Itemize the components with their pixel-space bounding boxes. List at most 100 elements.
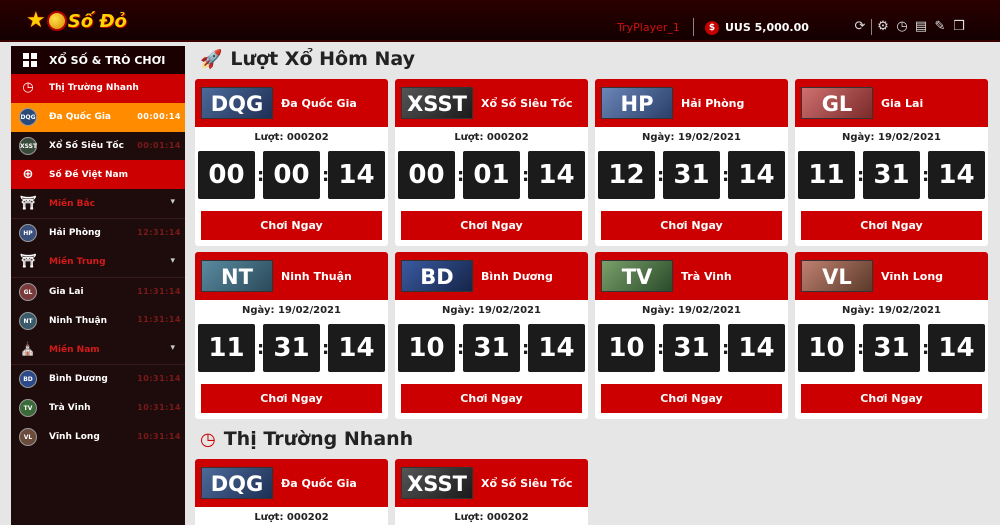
ball-icon bbox=[46, 11, 67, 31]
countdown: 10:31:14 bbox=[137, 431, 181, 441]
clock-icon: ◷ bbox=[22, 80, 34, 96]
countdown-timer: 10: 31: 14 bbox=[395, 322, 588, 374]
card-name: Trà Vinh bbox=[681, 269, 732, 283]
colon: : bbox=[522, 164, 530, 186]
history-icon[interactable]: ◷ bbox=[894, 18, 910, 35]
play-now-button[interactable]: Chơi Ngay bbox=[801, 384, 982, 413]
draw-card-tv: TV Trà Vinh Ngày: 19/02/2021 10: 31: 14 … bbox=[595, 252, 788, 419]
colon: : bbox=[922, 164, 930, 186]
sidebar-item-vl[interactable]: VL Vĩnh Long 10:31:14 bbox=[11, 422, 185, 452]
card-thumb: DQG bbox=[201, 87, 273, 119]
seconds: 14 bbox=[928, 324, 985, 372]
card-thumb: HP bbox=[601, 87, 673, 119]
toolbar: ⟳ ⚙ ◷ ▤ ✎ ❒ bbox=[852, 18, 967, 35]
sidebar-item-xsst[interactable]: XSST Xổ Số Siêu Tốc 00:01:14 bbox=[11, 131, 185, 161]
sidebar-item-gl[interactable]: GL Gia Lai 11:31:14 bbox=[11, 277, 185, 307]
seconds: 14 bbox=[928, 151, 985, 199]
sidebar-title: XỔ SỐ & TRÒ CHƠI bbox=[49, 53, 166, 67]
minutes: 31 bbox=[263, 324, 320, 372]
username[interactable]: TryPlayer_1 bbox=[617, 21, 680, 34]
gl-icon: GL bbox=[19, 282, 37, 301]
play-now-button[interactable]: Chơi Ngay bbox=[601, 211, 782, 240]
sidebar-region-north[interactable]: ⛩ Miền Bắc ▾ bbox=[11, 189, 185, 218]
sidebar-section-vietnam[interactable]: ⊕ Số Đề Việt Nam bbox=[11, 160, 185, 190]
notes-icon[interactable]: ✎ bbox=[932, 18, 948, 35]
countdown: 00:00:14 bbox=[137, 111, 181, 121]
colon: : bbox=[257, 337, 265, 359]
countdown: 10:31:14 bbox=[137, 373, 181, 383]
xsst-icon: XSST bbox=[19, 136, 37, 155]
fast-card-xsst: XSST Xổ Số Siêu Tốc Lượt: 000202 bbox=[395, 459, 588, 525]
sidebar-header: XỔ SỐ & TRÒ CHƠI bbox=[11, 46, 185, 74]
seconds: 14 bbox=[728, 324, 785, 372]
card-info: Lượt: 000202 bbox=[254, 512, 329, 523]
region-label: Miền Nam bbox=[49, 344, 100, 355]
book-icon[interactable]: ❒ bbox=[951, 18, 967, 35]
chevron-down-icon: ▾ bbox=[170, 343, 175, 354]
colon: : bbox=[322, 337, 330, 359]
logo[interactable]: ★ Số Đỏ bbox=[26, 6, 127, 36]
colon: : bbox=[857, 164, 865, 186]
card-header: VL Vĩnh Long bbox=[795, 252, 988, 300]
divider bbox=[871, 18, 872, 35]
colon: : bbox=[722, 337, 730, 359]
card-name: Xổ Số Siêu Tốc bbox=[481, 96, 573, 110]
card-info: Lượt: 000202 bbox=[454, 512, 529, 523]
card-header: XSST Xổ Số Siêu Tốc bbox=[395, 79, 588, 127]
hours: 12 bbox=[598, 151, 655, 199]
seconds: 14 bbox=[528, 151, 585, 199]
sidebar-item-bd[interactable]: BD Bình Dương 10:31:14 bbox=[11, 364, 185, 394]
sidebar-section-fast-market[interactable]: ◷ Thị Trường Nhanh bbox=[11, 74, 185, 103]
settings-icon[interactable]: ⚙ bbox=[875, 18, 891, 35]
countdown: 11:31:14 bbox=[137, 315, 181, 325]
section-title-fast: ◷ Thị Trường Nhanh bbox=[200, 428, 413, 450]
countdown-timer: 00: 00: 14 bbox=[195, 149, 388, 201]
minutes: 31 bbox=[463, 324, 520, 372]
sidebar-item-label: Số Đề Việt Nam bbox=[49, 169, 128, 180]
countdown-timer: 10: 31: 14 bbox=[795, 322, 988, 374]
play-now-button[interactable]: Chơi Ngay bbox=[601, 384, 782, 413]
sidebar-item-dqg[interactable]: DQG Đa Quốc Gia 00:00:14 bbox=[11, 102, 185, 132]
hours: 00 bbox=[198, 151, 255, 199]
colon: : bbox=[457, 164, 465, 186]
sidebar-item-nt[interactable]: NT Ninh Thuận 11:31:14 bbox=[11, 306, 185, 336]
card-thumb: XSST bbox=[401, 87, 473, 119]
minutes: 31 bbox=[863, 151, 920, 199]
seconds: 14 bbox=[328, 324, 385, 372]
countdown-timer: 00: 01: 14 bbox=[395, 149, 588, 201]
play-now-button[interactable]: Chơi Ngay bbox=[801, 211, 982, 240]
document-icon[interactable]: ▤ bbox=[913, 18, 929, 35]
colon: : bbox=[657, 337, 665, 359]
refresh-icon[interactable]: ⟳ bbox=[852, 18, 868, 35]
rocket-icon: 🚀 bbox=[200, 48, 223, 70]
bd-icon: BD bbox=[19, 370, 37, 389]
card-info: Lượt: 000202 bbox=[254, 132, 329, 143]
colon: : bbox=[522, 337, 530, 359]
tv-icon: TV bbox=[19, 399, 37, 418]
card-thumb: VL bbox=[801, 260, 873, 292]
app-root: ★ Số Đỏ TryPlayer_1 $ UUS 5,000.00 ⟳ ⚙ ◷… bbox=[0, 0, 1000, 525]
countdown-timer: 11: 31: 14 bbox=[795, 149, 988, 201]
top-bar: ★ Số Đỏ TryPlayer_1 $ UUS 5,000.00 ⟳ ⚙ ◷… bbox=[0, 0, 1000, 42]
sidebar-region-south[interactable]: ⛪ Miền Nam ▾ bbox=[11, 335, 185, 364]
balance: UUS 5,000.00 bbox=[725, 21, 809, 34]
hours: 00 bbox=[398, 151, 455, 199]
card-info: Lượt: 000202 bbox=[454, 132, 529, 143]
sidebar-item-tv[interactable]: TV Trà Vinh 10:31:14 bbox=[11, 393, 185, 423]
card-thumb: BD bbox=[401, 260, 473, 292]
colon: : bbox=[457, 337, 465, 359]
card-info: Ngày: 19/02/2021 bbox=[442, 305, 541, 316]
hours: 11 bbox=[798, 151, 855, 199]
play-now-button[interactable]: Chơi Ngay bbox=[201, 211, 382, 240]
pagoda-icon: ⛩ bbox=[19, 254, 37, 270]
play-now-button[interactable]: Chơi Ngay bbox=[401, 211, 582, 240]
section-title-today: 🚀 Lượt Xổ Hôm Nay bbox=[200, 48, 415, 70]
play-now-button[interactable]: Chơi Ngay bbox=[201, 384, 382, 413]
card-thumb: DQG bbox=[201, 467, 273, 499]
sidebar-item-hp[interactable]: HP Hải Phòng 12:31:14 bbox=[11, 218, 185, 248]
sidebar-region-central[interactable]: ⛩ Miền Trung ▾ bbox=[11, 247, 185, 277]
draw-card-vl: VL Vĩnh Long Ngày: 19/02/2021 10: 31: 14… bbox=[795, 252, 988, 419]
play-now-button[interactable]: Chơi Ngay bbox=[401, 384, 582, 413]
card-name: Đa Quốc Gia bbox=[281, 96, 357, 110]
main-content: 🚀 Lượt Xổ Hôm Nay DQG Đa Quốc Gia Lượt: … bbox=[195, 42, 1000, 525]
